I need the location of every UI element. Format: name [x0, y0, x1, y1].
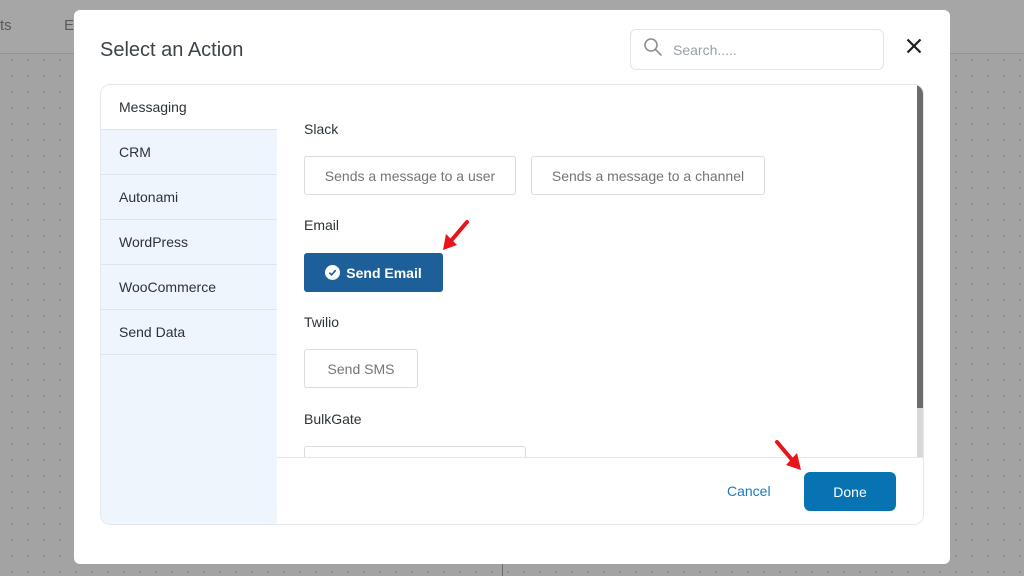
search-input[interactable]: [673, 41, 863, 58]
scrollbar[interactable]: [917, 85, 923, 457]
sidebar-item-crm[interactable]: CRM: [101, 130, 277, 175]
search-icon: [643, 37, 663, 62]
annotation-arrow-icon: [443, 220, 469, 250]
group-label-slack: Slack: [304, 121, 339, 137]
background-tab: E: [64, 17, 75, 34]
sidebar-item-label: CRM: [119, 144, 151, 160]
check-circle-icon: [325, 265, 341, 280]
modal-footer: Cancel Done: [277, 457, 923, 524]
background-tab: ts: [0, 17, 12, 34]
sidebar-item-autonami[interactable]: Autonami: [101, 175, 277, 220]
done-button[interactable]: Done: [804, 472, 896, 511]
sidebar-item-woocommerce[interactable]: WooCommerce: [101, 265, 277, 310]
action-bulkgate[interactable]: [304, 446, 526, 457]
sidebar-item-send-data[interactable]: Send Data: [101, 310, 277, 355]
done-label: Done: [833, 483, 867, 500]
action-label: Send Email: [346, 264, 422, 281]
group-label-email: Email: [304, 217, 340, 233]
close-button[interactable]: [902, 34, 926, 58]
action-slack-message-channel[interactable]: Sends a message to a channel: [531, 156, 765, 195]
action-send-email[interactable]: Send Email: [304, 253, 443, 292]
select-action-modal: Select an Action Messaging CRM Autonami …: [74, 10, 950, 564]
action-label: Sends a message to a user: [324, 167, 496, 184]
sidebar-item-label: Messaging: [119, 99, 187, 115]
sidebar-item-wordpress[interactable]: WordPress: [101, 220, 277, 265]
annotation-arrow-icon: [775, 440, 801, 470]
group-label-bulkgate: BulkGate: [304, 411, 362, 427]
action-slack-message-user[interactable]: Sends a message to a user: [304, 156, 516, 195]
actions-list: Slack Sends a message to a user Sends a …: [277, 85, 923, 457]
sidebar-item-label: WooCommerce: [119, 279, 216, 295]
close-icon: [906, 38, 922, 54]
action-send-sms[interactable]: Send SMS: [304, 349, 418, 388]
search-box[interactable]: [630, 29, 884, 70]
category-sidebar: Messaging CRM Autonami WordPress WooComm…: [101, 85, 277, 524]
sidebar-item-label: WordPress: [119, 234, 188, 250]
action-label: Send SMS: [327, 360, 395, 377]
scrollbar-thumb[interactable]: [917, 85, 923, 408]
cancel-button[interactable]: Cancel: [727, 483, 771, 499]
action-label: Sends a message to a channel: [551, 167, 745, 184]
sidebar-item-label: Send Data: [119, 324, 186, 340]
group-label-twilio: Twilio: [304, 314, 340, 330]
sidebar-item-label: Autonami: [119, 189, 179, 205]
sidebar-item-messaging[interactable]: Messaging: [101, 85, 277, 130]
modal-title: Select an Action: [100, 39, 244, 61]
